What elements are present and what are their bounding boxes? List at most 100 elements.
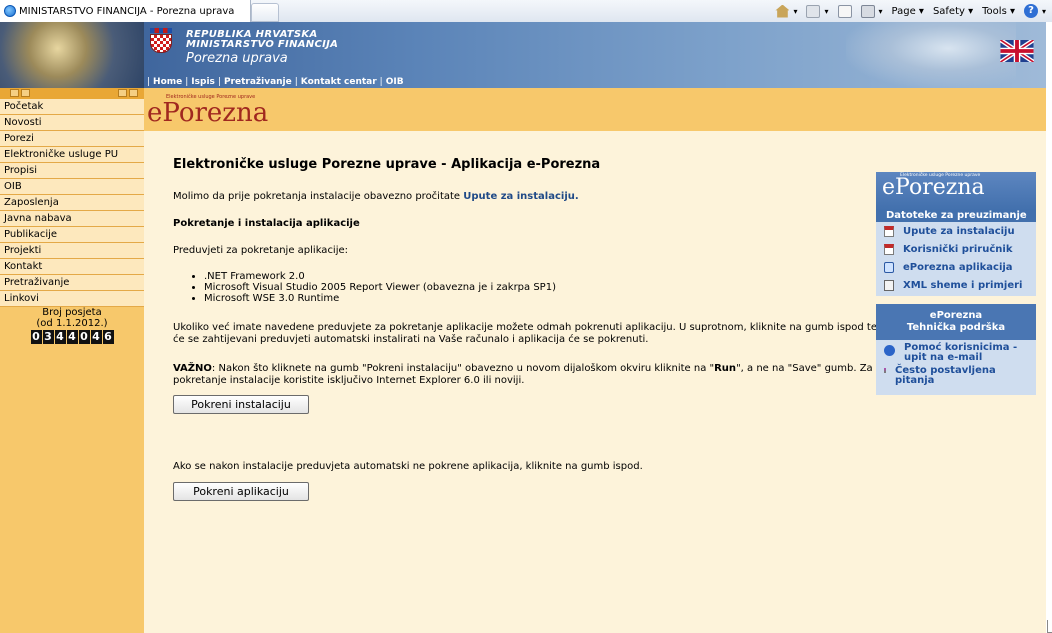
new-tab-button[interactable] [251,3,279,22]
visit-counter: Broj posjeta (od 1.1.2012.) 0 3 4 4 0 4 … [0,307,144,344]
download-item[interactable]: XML sheme i primjeri [876,276,1036,294]
nav-oib[interactable]: OIB [386,77,404,87]
sidebar-item-publikacije[interactable]: Publikacije [0,227,144,243]
header-line-3: Porezna uprava [186,51,288,66]
support-link[interactable]: Često postavljena pitanja [895,366,996,386]
counter-digit: 6 [102,330,114,344]
section-title: Pokretanje i instalacija aplikacije [173,218,360,229]
counter-digit: 0 [30,330,42,344]
tools-menu[interactable]: Tools ▾ [982,6,1015,17]
tab-title: MINISTARSTVO FINANCIJA - Porezna uprava [19,5,235,17]
sidebar-item-porezi[interactable]: Porezi [0,131,144,147]
counter-digit: 4 [54,330,66,344]
intro-text: Molimo da prije pokretanja instalacije o… [173,191,464,202]
list-item: .NET Framework 2.0 [204,271,556,282]
download-item[interactable]: Upute za instalaciju [876,222,1036,240]
visits-label: Broj posjeta [42,307,102,318]
downloads-logo: Elektroničke usluge Porezne uprave ePore… [882,173,985,200]
support-title-line-1: ePorezna [929,310,983,321]
pdf-icon [884,225,894,237]
important-line-1: VAŽNO: Nakon što kliknete na gumb "Pokre… [173,363,873,375]
support-title-line-2: Tehnička podrška [906,322,1006,333]
sidebar-item-javna-nabava[interactable]: Javna nabava [0,211,144,227]
support-link[interactable]: Pomoć korisnicima - upit na e-mail [904,343,1017,363]
install-button[interactable]: Pokreni instalaciju [173,395,309,414]
download-link[interactable]: ePorezna aplikacija [903,262,1013,273]
header-line-2: MINISTARSTVO FINANCIJA [186,39,339,50]
page-menu[interactable]: Page ▾ [892,6,924,17]
download-item[interactable]: ePorezna aplikacija [876,258,1036,276]
sidebar-item-linkovi[interactable]: Linkovi [0,291,144,307]
sidebar-item-novosti[interactable]: Novosti [0,115,144,131]
page-title: Elektroničke usluge Porezne uprave - Apl… [173,157,601,172]
fallback-text: Ako se nakon instalacije preduvjeta auto… [173,461,643,472]
mail-icon[interactable] [837,4,852,18]
coat-of-arms-icon [150,28,172,54]
nav-home[interactable]: Home [153,77,182,87]
nav-contact-center[interactable]: Kontakt centar [301,77,377,87]
logo-word: Porezna [162,98,269,128]
faq-icon [884,368,886,373]
support-item[interactable]: Pomoć korisnicima - upit na e-mail [876,340,1036,363]
help-icon[interactable]: ? [1023,4,1038,18]
sidebar-item-e-usluge[interactable]: Elektroničke usluge PU [0,147,144,163]
run-app-button[interactable]: Pokreni aplikaciju [173,482,309,501]
minimize-icon[interactable] [118,89,127,97]
counter-digit: 0 [78,330,90,344]
home-icon[interactable] [775,4,790,18]
window-edge [1046,22,1052,633]
nav-print[interactable]: Ispis [191,77,215,87]
chevron-down-icon[interactable]: ▾ [879,7,883,16]
counter-digit: 3 [42,330,54,344]
sidebar-item-zaposlenja[interactable]: Zaposlenja [0,195,144,211]
download-link[interactable]: Korisnički priručnik [903,244,1012,255]
safety-menu[interactable]: Safety ▾ [933,6,973,17]
restore-icon[interactable] [129,89,138,97]
download-link[interactable]: Upute za instalaciju [903,226,1015,237]
english-flag-icon[interactable] [1000,40,1034,62]
sidebar-item-kontakt[interactable]: Kontakt [0,259,144,275]
chevron-down-icon[interactable]: ▾ [793,7,797,16]
sidebar: Početak Novosti Porezi Elektroničke uslu… [0,88,144,633]
prereq-list: .NET Framework 2.0 Microsoft Visual Stud… [190,271,556,304]
command-bar: ▾ ▾ ▾ Page ▾ Safety ▾ Tools ▾ ? ▾ [775,0,1046,22]
important-text-a: : Nakon što kliknete na gumb "Pokreni in… [211,363,715,374]
email-at-icon [884,345,895,356]
chevron-down-icon[interactable]: ▾ [824,7,828,16]
sidebar-item-pocetak[interactable]: Početak [0,99,144,115]
browser-tab[interactable]: MINISTARSTVO FINANCIJA - Porezna uprava [0,0,251,22]
prereq-paragraph: Ukoliko već imate navedene preduvjete za… [173,322,877,346]
list-item: Microsoft WSE 3.0 Runtime [204,293,556,304]
page-menu-label: Page [891,5,916,17]
tools-menu-label: Tools [982,5,1007,17]
logo-tagline: Elektroničke usluge Porezne uprave [166,94,256,100]
expand-icon[interactable] [10,89,19,97]
resize-grip[interactable] [1047,620,1052,633]
header-photo-right [846,22,1016,88]
important-label: VAŽNO [173,363,212,374]
prereq-paragraph-line-2: će se zahtijevani preduvjeti automatski … [173,334,649,345]
sidebar-item-propisi[interactable]: Propisi [0,163,144,179]
support-item[interactable]: Često postavljena pitanja [876,363,1036,386]
print-icon[interactable] [860,4,875,18]
xml-icon [884,279,894,291]
intro-paragraph: Molimo da prije pokretanja instalacije o… [173,191,579,202]
sidebar-controls [0,88,144,99]
important-text-b: ", a ne na "Save" gumb. Za [736,363,873,374]
downloads-logo-e: e [882,175,896,200]
important-paragraph: VAŽNO: Nakon što kliknete na gumb "Pokre… [173,363,873,387]
support-box: ePorezna Tehnička podrška Pomoć korisnic… [876,304,1036,395]
chevron-down-icon[interactable]: ▾ [1042,7,1046,16]
downloads-logo-header: Elektroničke usluge Porezne uprave ePore… [876,172,1036,210]
download-link[interactable]: XML sheme i primjeri [903,280,1022,291]
sidebar-item-oib[interactable]: OIB [0,179,144,195]
collapse-icon[interactable] [21,89,30,97]
nav-search[interactable]: Pretraživanje [224,77,292,87]
top-nav: | Home | Ispis | Pretraživanje | Kontakt… [147,76,404,87]
run-highlight: Run [714,363,737,374]
sidebar-item-projekti[interactable]: Projekti [0,243,144,259]
feeds-icon[interactable] [806,4,821,18]
install-guide-link[interactable]: Upute za instalaciju. [463,191,578,202]
download-item[interactable]: Korisnički priručnik [876,240,1036,258]
sidebar-item-pretrazivanje[interactable]: Pretraživanje [0,275,144,291]
